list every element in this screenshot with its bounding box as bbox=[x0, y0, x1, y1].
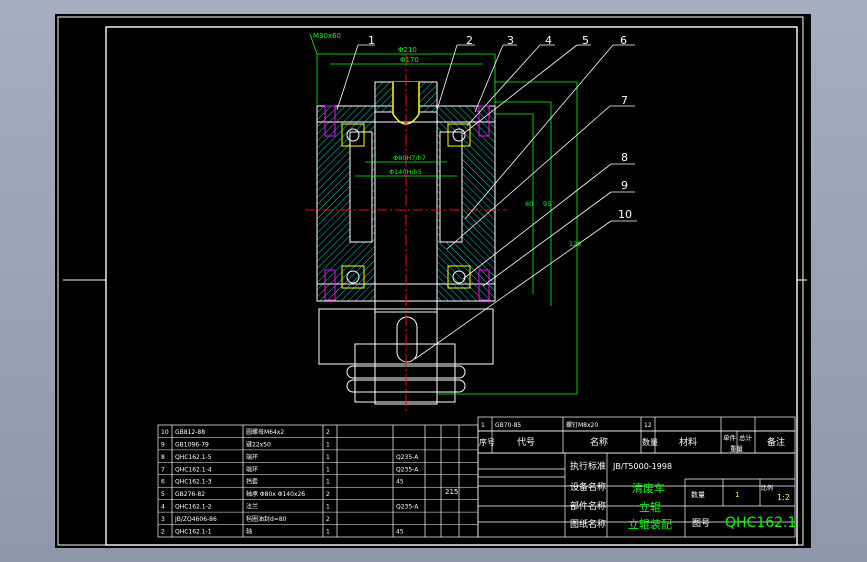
assembly-drawing: M30x60 Φ210 Φ170 Φ80H7/h7 Φ140H/h5 80 95… bbox=[57, 16, 807, 546]
scale-value: 1:2 bbox=[777, 493, 790, 502]
bom-cell-no: 5 bbox=[161, 491, 165, 498]
drawing-label: 图纸名称 bbox=[570, 518, 606, 530]
equip-value: 清废车 bbox=[632, 481, 665, 495]
balloon-4: 4 bbox=[545, 34, 552, 47]
bom-cell-code: QHC162.1-5 bbox=[175, 454, 212, 461]
drawing-no: QHC162.1 bbox=[725, 515, 796, 531]
bom-cell-code: JB/ZQ4606-86 bbox=[174, 516, 217, 523]
bom-cell-name: 毡圈油封d=80 bbox=[246, 515, 287, 523]
count-label: 数量 bbox=[691, 490, 705, 499]
header-name: 名称 bbox=[590, 436, 608, 448]
bom-cell-name: 挡套 bbox=[246, 478, 258, 486]
dim-v3: 128 bbox=[569, 240, 581, 248]
mark-value: 215 bbox=[445, 488, 458, 496]
bom-cell-no: 6 bbox=[161, 479, 165, 486]
header-note: 备注 bbox=[767, 436, 785, 448]
bom-cell-code: GB276-82 bbox=[175, 491, 205, 498]
dim-inner: Φ170 bbox=[400, 56, 419, 64]
std-label: 执行标准 bbox=[570, 460, 606, 472]
bom-cell-material: 45 bbox=[396, 529, 404, 536]
drawing-no-label: 图号 bbox=[692, 518, 710, 529]
bom-cell-code: QHC162.1-1 bbox=[175, 529, 212, 536]
dim-v2: 95 bbox=[543, 200, 551, 208]
bom-cell-name: 端环 bbox=[246, 453, 258, 461]
dim-v1: 80 bbox=[525, 200, 533, 208]
bom-cell-no: 9 bbox=[161, 441, 165, 448]
balloon-9: 9 bbox=[621, 179, 628, 192]
bom-cell-material: Q235-A bbox=[396, 466, 419, 473]
header-no: 序号 bbox=[479, 437, 495, 447]
balloon-5: 5 bbox=[582, 34, 589, 47]
bom-cell-material: Q235-A bbox=[396, 454, 419, 461]
bom-rows: 10 GB812-88 圆螺母M64x2 2 9 GB1096-79 键22x50 1 8 QHC… bbox=[158, 428, 478, 536]
bom-cell-qty: 1 bbox=[326, 529, 330, 536]
bom-cell-qty: 1 bbox=[326, 479, 330, 486]
header-code: 代号 bbox=[517, 437, 535, 448]
cad-viewport[interactable]: M30x60 Φ210 Φ170 Φ80H7/h7 Φ140H/h5 80 95… bbox=[0, 0, 867, 562]
top-row-code: GB70-85 bbox=[495, 422, 521, 429]
balloon-7: 7 bbox=[621, 94, 628, 107]
equip-label: 设备名称 bbox=[570, 481, 606, 493]
bom-cell-qty: 1 bbox=[326, 466, 330, 473]
bom-cell-no: 8 bbox=[161, 454, 165, 461]
dim-bore1: Φ80H7/h7 bbox=[393, 154, 426, 162]
drawing-sheet: M30x60 Φ210 Φ170 Φ80H7/h7 Φ140H/h5 80 95… bbox=[55, 14, 811, 548]
balloon-2: 2 bbox=[466, 34, 473, 47]
balloon-3: 3 bbox=[507, 34, 514, 47]
count-value: 1 bbox=[735, 491, 739, 499]
header-qty: 数量 bbox=[642, 437, 658, 447]
bom-cell-code: GB812-88 bbox=[175, 429, 205, 436]
bom-cell-no: 3 bbox=[161, 516, 165, 523]
balloon-8: 8 bbox=[621, 151, 628, 164]
bom-cell-name: 轴承 Φ80x Φ140x26 bbox=[246, 490, 305, 498]
bom-cell-qty: 2 bbox=[326, 429, 330, 436]
bom-cell-name: 法兰 bbox=[246, 503, 258, 511]
scale-label: 比例 bbox=[761, 484, 773, 492]
bom-cell-qty: 2 bbox=[326, 516, 330, 523]
bom-cell-name: 键22x50 bbox=[246, 440, 271, 448]
bom-cell-no: 4 bbox=[161, 504, 165, 511]
bom-cell-material: Q235-A bbox=[396, 504, 419, 511]
drawing-value: 立辊装配 bbox=[628, 517, 672, 531]
balloon-6: 6 bbox=[620, 34, 627, 47]
header-unit: 单件 bbox=[723, 433, 737, 442]
header-material: 材料 bbox=[679, 436, 697, 448]
header-weight: 重量 bbox=[730, 445, 744, 453]
bom-cell-name: 端环 bbox=[246, 465, 258, 473]
bom-cell-code: QHC162.1-2 bbox=[175, 504, 212, 511]
bom-cell-code: GB1096-79 bbox=[175, 441, 209, 448]
bom-cell-name: 轴 bbox=[246, 528, 252, 536]
bom-cell-qty: 1 bbox=[326, 504, 330, 511]
bom-cell-no: 10 bbox=[161, 429, 169, 436]
bom-cell-qty: 1 bbox=[326, 454, 330, 461]
std-value: JB/T5000-1998 bbox=[612, 462, 672, 471]
top-row-name: 螺钉M8x20 bbox=[566, 421, 598, 429]
dim-thread: M30x60 bbox=[313, 32, 341, 40]
part-label: 部件名称 bbox=[570, 500, 606, 512]
header-total: 总计 bbox=[739, 433, 753, 442]
dim-outer: Φ210 bbox=[398, 46, 417, 54]
balloon-10: 10 bbox=[618, 208, 632, 221]
top-row-no: 1 bbox=[481, 422, 485, 429]
top-row-qty: 12 bbox=[644, 422, 652, 429]
bom-cell-no: 2 bbox=[161, 529, 165, 536]
bom-cell-code: QHC162.1-3 bbox=[175, 479, 212, 486]
part-value: 立辊 bbox=[639, 500, 661, 514]
bom-cell-qty: 2 bbox=[326, 491, 330, 498]
balloon-1: 1 bbox=[368, 34, 375, 47]
bom-cell-name: 圆螺母M64x2 bbox=[246, 428, 284, 436]
bom-cell-code: QHC162.1-4 bbox=[175, 466, 212, 473]
bom-cell-material: 45 bbox=[396, 479, 404, 486]
bom-cell-qty: 1 bbox=[326, 441, 330, 448]
dim-bore2: Φ140H/h5 bbox=[389, 168, 422, 176]
bom-cell-no: 7 bbox=[161, 466, 165, 473]
